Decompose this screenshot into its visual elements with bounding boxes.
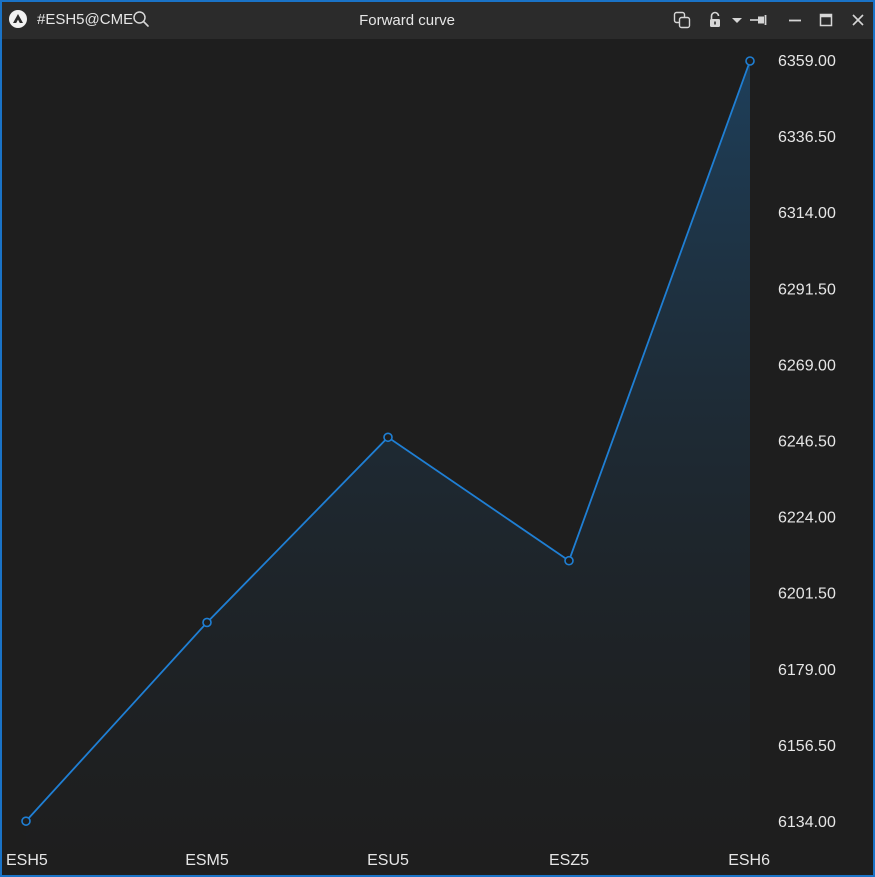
x-tick-label: ESH6 (728, 852, 770, 869)
window-title: Forward curve (359, 12, 455, 29)
forward-curve-chart[interactable]: 6134.00 6156.50 6179.00 6201.50 6224.00 6246.… (2, 39, 873, 875)
app-logo-icon (9, 10, 27, 28)
lock-open-icon (710, 11, 720, 27)
maximize-icon (819, 13, 833, 27)
y-tick-label: 6359.00 (778, 53, 836, 70)
instrument-symbol[interactable]: #ESH5@CME (37, 11, 133, 29)
data-point-esz5[interactable] (564, 555, 574, 566)
y-tick-label: 6156.50 (778, 738, 836, 755)
lock-button[interactable] (705, 10, 725, 30)
title-bar[interactable]: #ESH5@CME Forward curve (2, 2, 873, 39)
y-tick-label: 6314.00 (778, 205, 836, 222)
chart-area[interactable]: 6134.00 6156.50 6179.00 6201.50 6224.00 6246.… (2, 39, 873, 875)
link-windows-button[interactable] (672, 10, 692, 30)
y-tick-label: 6224.00 (778, 510, 836, 527)
data-point-esh5[interactable] (21, 816, 31, 826)
close-button[interactable] (848, 10, 868, 30)
data-point-esm5[interactable] (202, 617, 212, 628)
y-tick-label: 6291.50 (778, 281, 836, 298)
y-tick-label: 6246.50 (778, 434, 836, 451)
close-icon (852, 14, 864, 26)
x-tick-label: ESM5 (185, 852, 229, 869)
caret-down-icon (732, 18, 742, 23)
x-tick-label: ESZ5 (549, 852, 589, 869)
data-point-esu5[interactable] (383, 432, 393, 443)
minimize-button[interactable] (785, 10, 805, 30)
lock-options-dropdown[interactable] (727, 10, 747, 30)
pin-button[interactable] (749, 10, 769, 30)
x-tick-label: ESH5 (6, 852, 48, 869)
maximize-button[interactable] (816, 10, 836, 30)
link-windows-icon (673, 11, 691, 29)
y-tick-label: 6336.50 (778, 129, 836, 146)
forward-curve-window: #ESH5@CME Forward curve 6134.00 6156.50 … (0, 0, 875, 877)
search-icon[interactable] (132, 10, 150, 28)
x-tick-label: ESU5 (367, 852, 409, 869)
minimize-icon (789, 19, 801, 22)
y-tick-label: 6134.00 (778, 814, 836, 831)
y-tick-label: 6269.00 (778, 357, 836, 374)
series-area-fill (26, 61, 750, 875)
data-point-esh6[interactable] (745, 56, 755, 66)
pin-icon (750, 15, 767, 25)
y-tick-label: 6179.00 (778, 662, 836, 679)
y-tick-label: 6201.50 (778, 586, 836, 603)
